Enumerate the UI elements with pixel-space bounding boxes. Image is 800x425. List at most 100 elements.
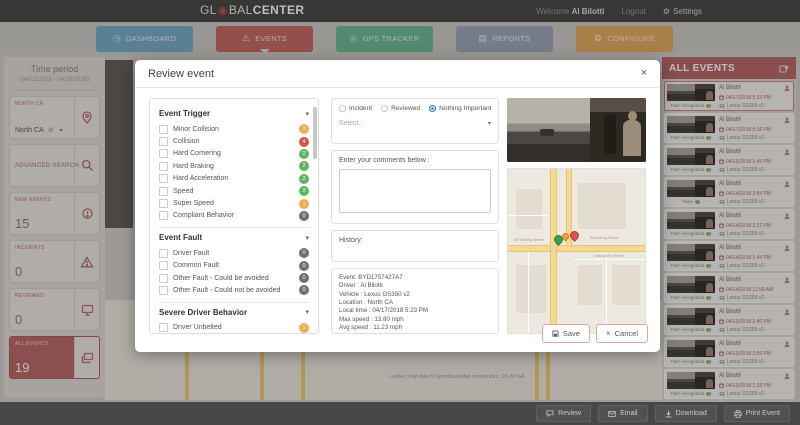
close-icon[interactable]: × (641, 68, 647, 79)
download-button[interactable]: Download (654, 405, 717, 422)
count-badge: 0 (299, 248, 309, 259)
trigger-label: Hard Braking (173, 162, 214, 170)
behavior-item: Driver Unbelted 1 (159, 322, 309, 333)
count-badge: 4 (299, 136, 309, 147)
fault-item: Other Fault - Could be avoided 0 (159, 272, 309, 284)
save-button[interactable]: Save (541, 324, 590, 343)
severe-behavior-header: Severe Driver Behavior ▾ (159, 307, 309, 317)
event-fault-header: Event Fault ▾ (159, 233, 309, 243)
history-box: History: (331, 230, 499, 262)
checkbox[interactable] (159, 174, 168, 184)
status-radio[interactable]: Reviewed (381, 105, 420, 112)
modal-actions: Save × Cancel (541, 324, 648, 343)
comments-box: Enter your comments below : (331, 150, 499, 224)
divider (159, 301, 309, 303)
count-badge: 1 (299, 124, 309, 135)
count-badge: 0 (299, 260, 309, 271)
radio-label: Reviewed (391, 105, 421, 112)
fault-label: Other Fault - Could not be avoided (173, 286, 281, 294)
fault-item: Driver Fault 0 (159, 247, 309, 259)
count-badge: 0 (299, 273, 309, 284)
modal-header: Review event × (135, 60, 660, 88)
modal-title: Review event (148, 67, 215, 80)
trigger-item: Hard Acceleration 2 (159, 173, 309, 185)
event-fault-list: Driver Fault 0 Common Fault 0 Other Faul… (159, 247, 309, 297)
status-radio[interactable]: Nothing Important (429, 105, 492, 112)
trigger-item: Speed 2 (159, 185, 309, 197)
event-trigger-list: Minor Collision 1 Collision 4 Hard Corne… (159, 123, 309, 222)
event-detail-line: Location : North CA (339, 299, 393, 307)
cancel-button[interactable]: × Cancel (595, 324, 648, 343)
comment-icon (546, 410, 554, 417)
event-details-box: Event: BYD1757427A7 Driver : Al Bilotti … (331, 268, 499, 334)
dashcam-video-thumbnail[interactable] (507, 98, 646, 162)
checkbox[interactable] (159, 261, 168, 271)
radio-label: Incident (349, 105, 373, 112)
select-placeholder: Select... (339, 120, 365, 127)
trigger-item: Super Speed 1 (159, 197, 309, 209)
review-event-modal: Review event × Event Trigger ▾ Minor Col… (135, 60, 660, 352)
checkbox[interactable] (159, 199, 168, 209)
trigger-item: Minor Collision 1 (159, 123, 309, 135)
chevron-down-icon[interactable]: ▾ (305, 234, 309, 242)
checkbox[interactable] (159, 323, 168, 333)
event-detail-line: Avg speed : 11.23 mph (339, 324, 403, 332)
email-button[interactable]: Email (598, 405, 648, 422)
map-street-label: Browning Street (590, 235, 619, 240)
checkbox[interactable] (159, 149, 168, 159)
trigger-label: Compliant Behavior (173, 212, 235, 220)
chevron-down-icon: ▾ (487, 121, 491, 127)
trigger-label: Hard Acceleration (173, 175, 229, 183)
event-location-map[interactable]: W Sterling Street Browning Street Datava… (507, 168, 646, 334)
map-road (508, 245, 645, 252)
radio-circle[interactable] (381, 105, 389, 112)
comments-textarea[interactable] (339, 169, 491, 213)
count-badge: 2 (299, 161, 309, 172)
checkbox[interactable] (159, 285, 168, 295)
event-filters-panel: Event Trigger ▾ Minor Collision 1 Collis… (149, 98, 319, 334)
map-road (550, 169, 557, 333)
checkbox[interactable] (159, 137, 168, 147)
severe-behavior-list: Driver Unbelted 1 (159, 322, 309, 333)
event-detail-line: Local time : 04/17/2018 5:23 PM (339, 307, 429, 315)
count-badge: 1 (299, 322, 309, 333)
review-button[interactable]: Review (536, 405, 592, 422)
count-badge: 2 (299, 173, 309, 184)
comments-label: Enter your comments below : (339, 157, 430, 164)
radio-circle[interactable] (429, 105, 437, 112)
event-detail-line: Vehicle : Lexus GS350 v2 (339, 290, 410, 298)
checkbox[interactable] (159, 161, 168, 171)
trigger-item: Collision 4 (159, 135, 309, 147)
map-street-label: Datavalley Street (594, 253, 625, 258)
event-detail-line: Event: BYD1757427A7 (339, 274, 403, 281)
chevron-down-icon[interactable]: ▾ (305, 110, 309, 118)
fault-label: Common Fault (173, 262, 219, 270)
map-street-label: W Sterling Street (514, 237, 545, 242)
trigger-label: Hard Cornering (173, 150, 221, 158)
reason-select[interactable]: Select... ▾ (339, 120, 491, 127)
save-disk-icon (552, 330, 559, 337)
printer-icon (734, 409, 742, 418)
chevron-down-icon[interactable]: ▾ (305, 308, 309, 316)
radio-label: Nothing Important (439, 105, 492, 112)
checkbox[interactable] (159, 186, 168, 196)
trigger-label: Minor Collision (173, 125, 219, 133)
print-event-button[interactable]: Print Event (723, 405, 790, 422)
checkbox[interactable] (159, 248, 168, 258)
history-label: History: (339, 237, 363, 244)
status-radio[interactable]: Incident (339, 105, 372, 112)
radio-circle[interactable] (339, 105, 346, 112)
count-badge: 1 (299, 198, 309, 209)
scrollbar-thumb[interactable] (313, 107, 317, 159)
checkbox[interactable] (159, 124, 168, 134)
x-icon: × (605, 329, 611, 338)
event-detail-line: Max speed : 13.80 mph (339, 315, 404, 323)
checkbox[interactable] (159, 211, 168, 221)
divider (159, 227, 309, 229)
trigger-item: Hard Braking 2 (159, 160, 309, 172)
count-badge: 2 (299, 148, 309, 159)
trigger-label: Speed (173, 187, 194, 195)
trigger-item: Hard Cornering 2 (159, 148, 309, 160)
count-badge: 2 (299, 186, 309, 197)
checkbox[interactable] (159, 273, 168, 283)
